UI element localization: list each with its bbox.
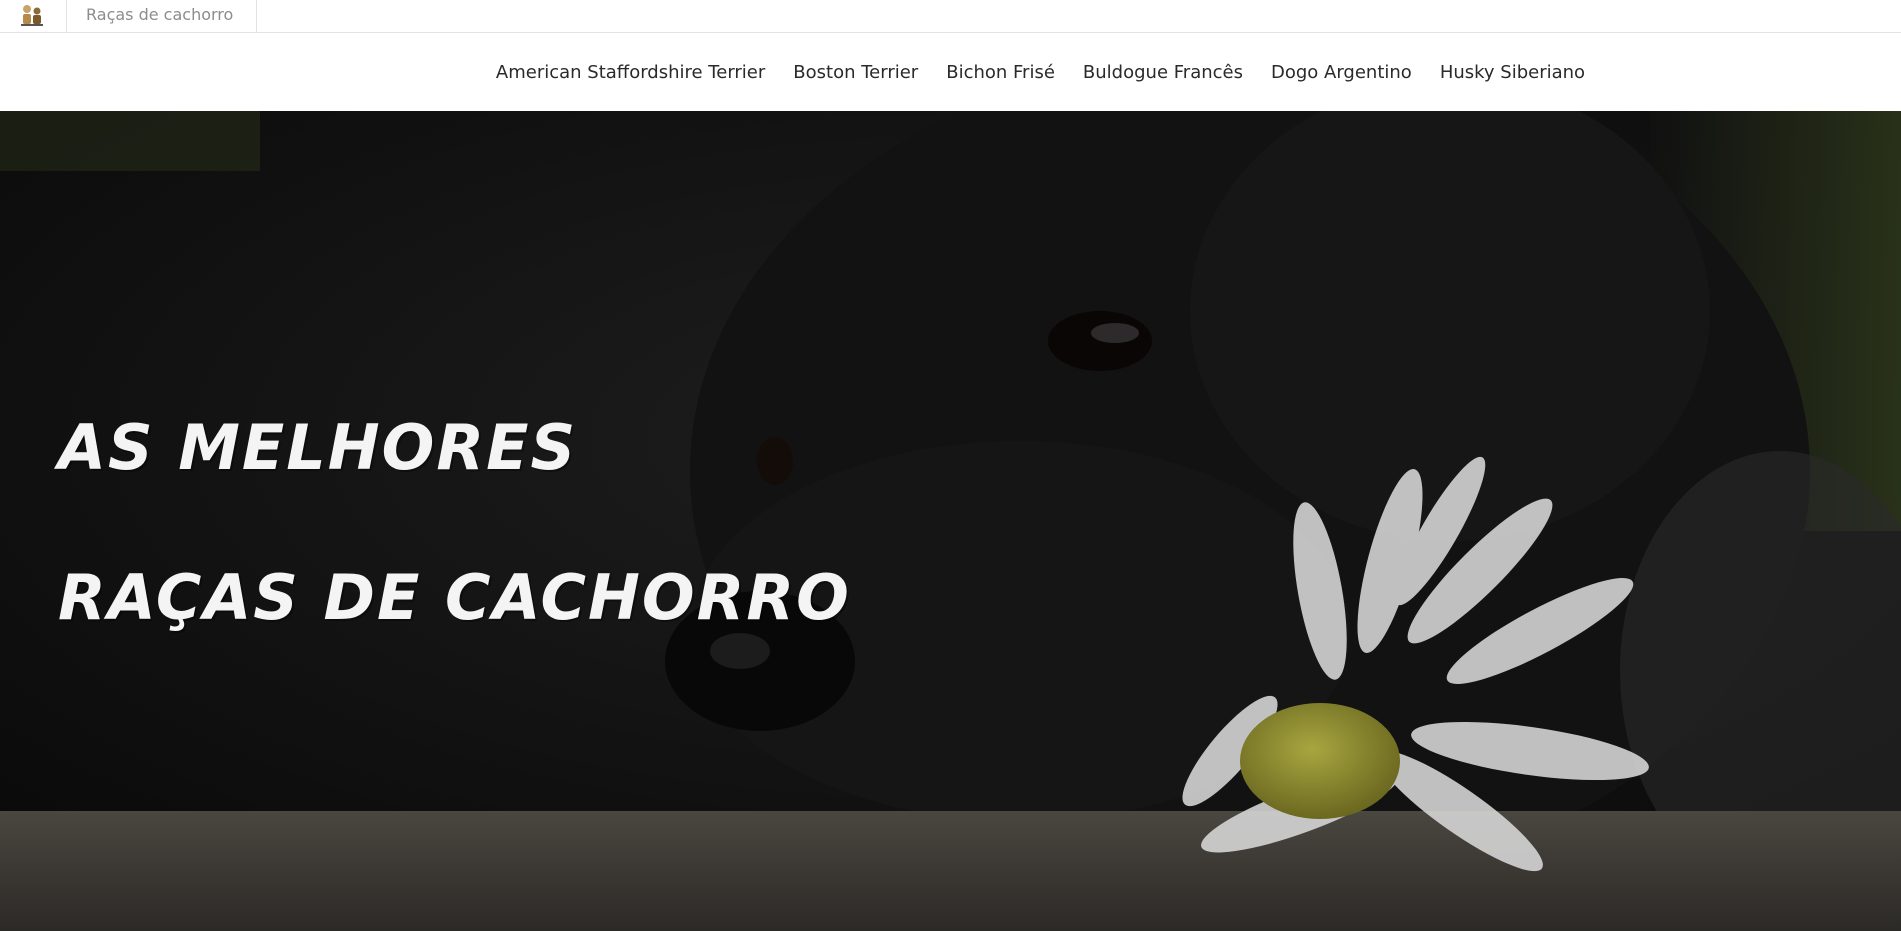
dog-logo-icon[interactable]	[18, 2, 46, 30]
browser-tab[interactable]: Raças de cachorro	[67, 0, 257, 33]
nav-link-dogo-argentino[interactable]: Dogo Argentino	[1271, 62, 1412, 83]
nav-link-buldogue-frances[interactable]: Buldogue Francês	[1083, 62, 1243, 83]
hero-banner: AS MELHORES RAÇAS DE CACHORRO	[0, 111, 1901, 931]
nav-link-husky-siberiano[interactable]: Husky Siberiano	[1440, 62, 1585, 83]
breed-nav: American Staffordshire Terrier Boston Te…	[0, 33, 1901, 111]
hero-title-line-2: RAÇAS DE CACHORRO	[58, 561, 851, 634]
browser-tab-bar: Raças de cachorro	[0, 0, 1901, 33]
hero-title-line-1: AS MELHORES	[58, 411, 578, 484]
nav-link-boston-terrier[interactable]: Boston Terrier	[793, 62, 918, 83]
nav-link-american-staffordshire-terrier[interactable]: American Staffordshire Terrier	[496, 62, 765, 83]
black-dog-with-daisy-photo	[0, 111, 1901, 931]
nav-link-bichon-frise[interactable]: Bichon Frisé	[946, 62, 1055, 83]
